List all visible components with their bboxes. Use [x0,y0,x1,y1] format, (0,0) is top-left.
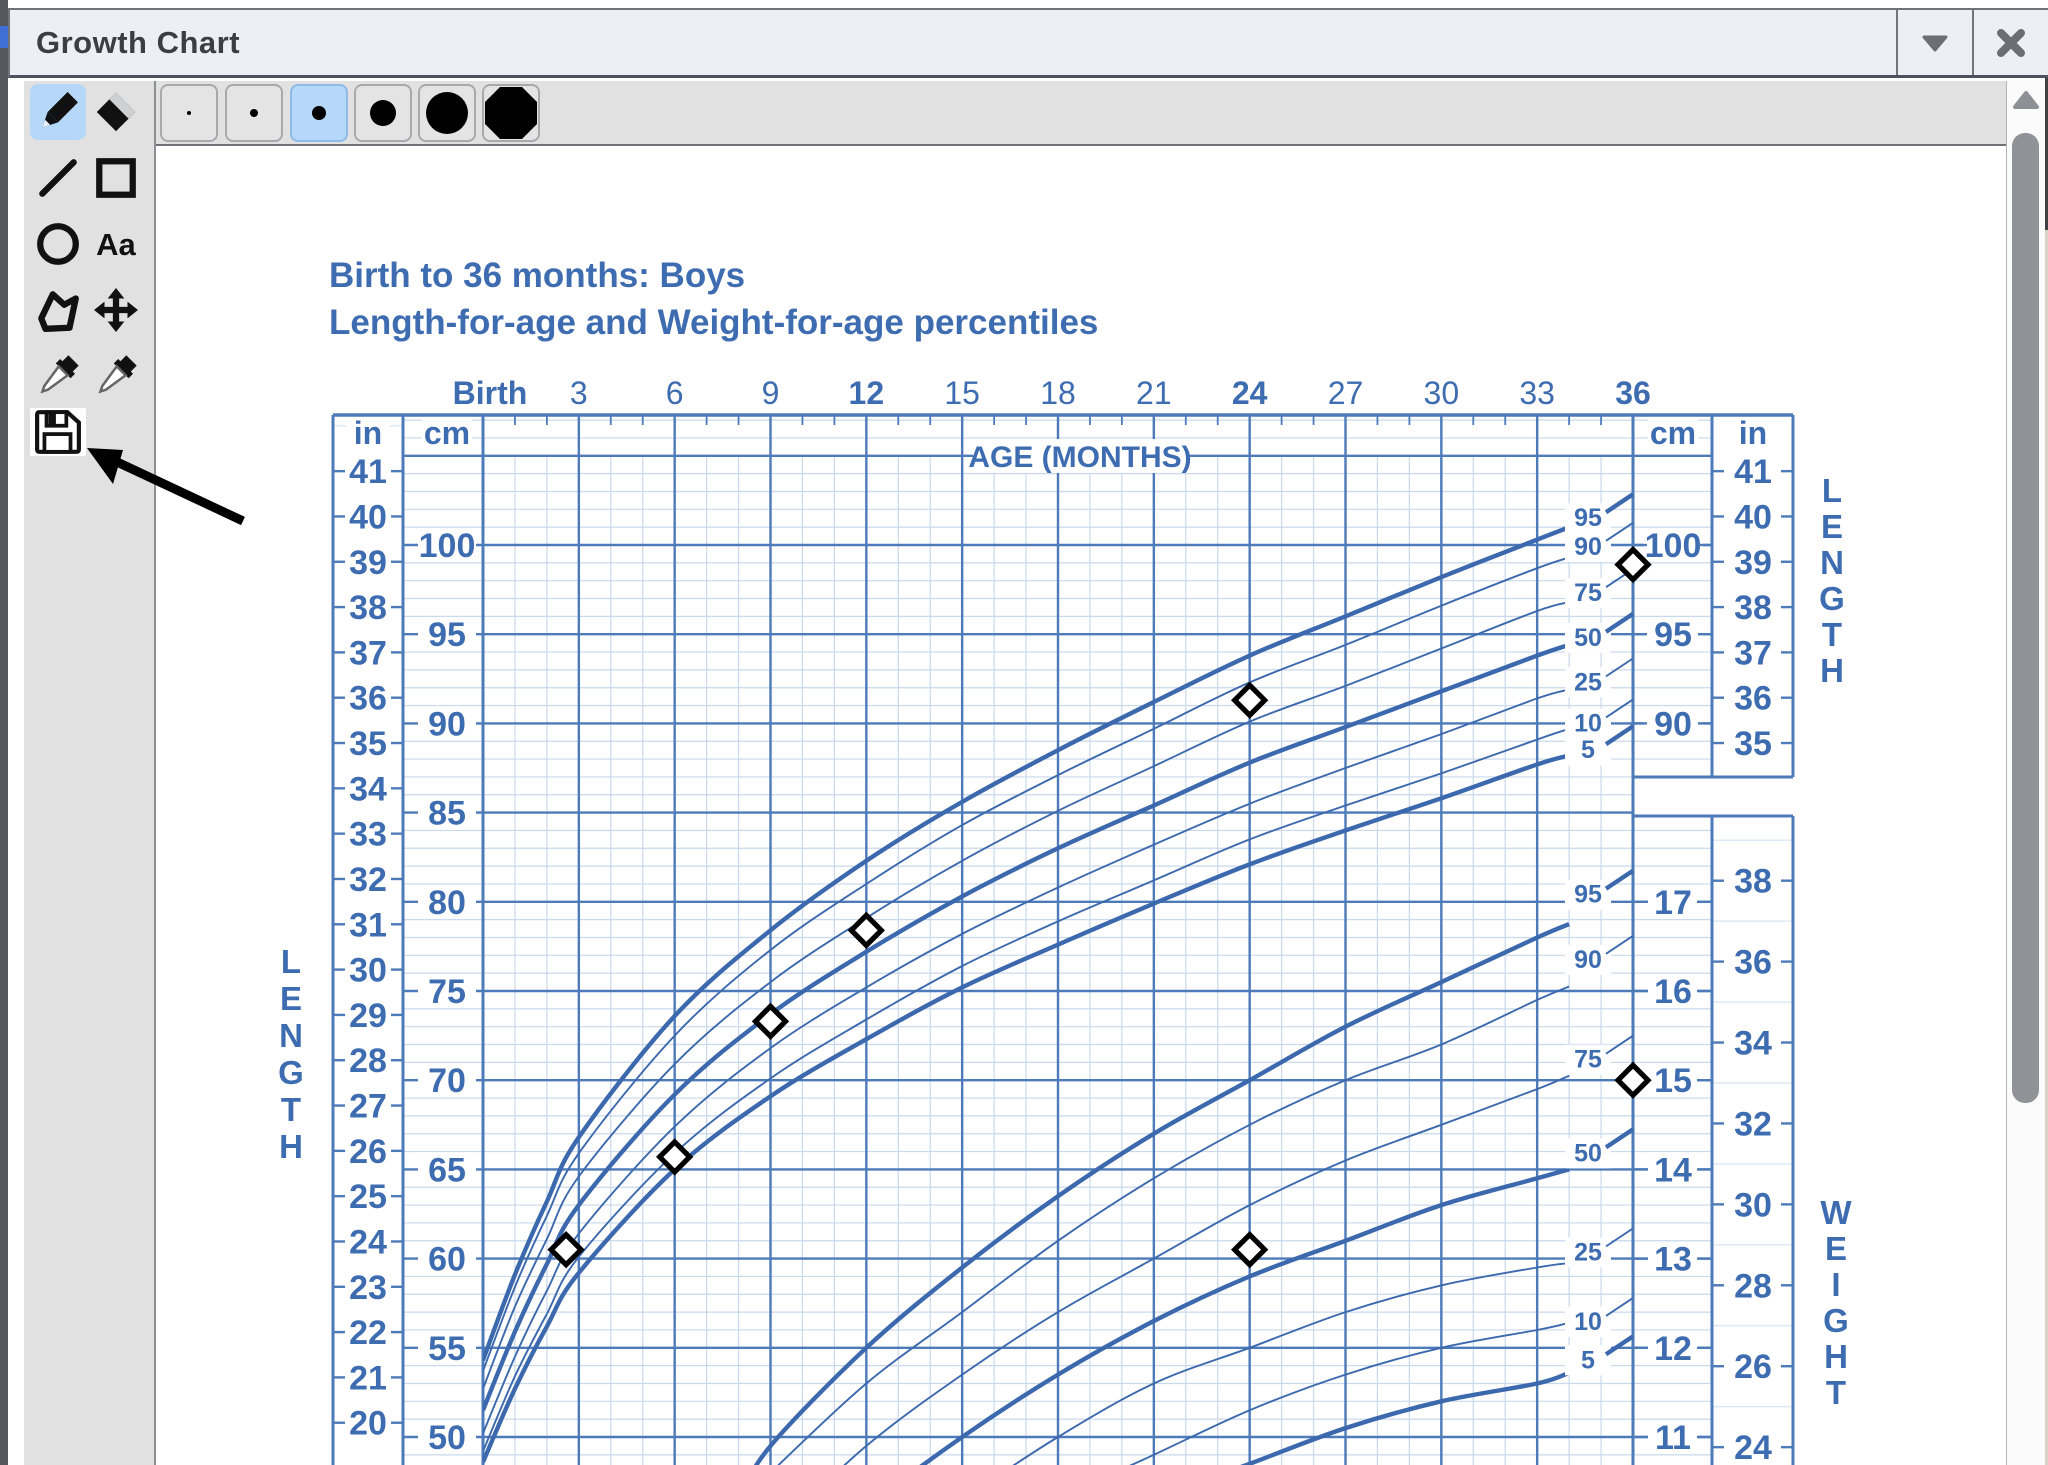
move-icon [93,287,139,333]
triangle-up-icon [2012,90,2040,110]
brush-size-4-button[interactable] [354,84,412,142]
brush-size-1-button[interactable] [160,84,218,142]
polygon-tool-button[interactable] [30,282,86,338]
scroll-up-button[interactable] [2010,85,2042,115]
window-collapse-button[interactable] [1896,10,1972,75]
scrollbar-thumb[interactable] [2012,133,2039,1103]
pencil-tool-button[interactable] [30,84,86,140]
dot-size-5-icon [426,92,468,134]
window-titlebar[interactable]: Growth Chart [8,8,2048,78]
ellipse-icon [35,221,81,267]
text-tool-icon: Aa [96,229,136,260]
line-tool-button[interactable] [30,150,86,206]
eraser-icon [93,89,139,135]
tool-palette: Aa [24,81,156,1465]
eyedropper-icon [93,353,139,399]
brush-size-6-button[interactable] [482,84,540,142]
polygon-icon [35,287,81,333]
chevron-down-icon [1918,30,1952,56]
vertical-scrollbar[interactable] [2006,81,2045,1465]
eyedropper-icon [35,353,81,399]
pencil-icon [35,89,81,135]
dot-size-6-icon [484,86,538,140]
move-tool-button[interactable] [88,282,144,338]
eraser-tool-button[interactable] [88,84,144,140]
brush-size-2-button[interactable] [225,84,283,142]
background-window-left-sliver [0,0,8,1465]
color-picker-tool-button[interactable] [30,348,86,404]
drawing-canvas[interactable] [156,146,2008,1465]
text-tool-button[interactable]: Aa [88,216,144,272]
rectangle-icon [93,155,139,201]
save-button[interactable] [30,408,86,456]
brush-size-3-button[interactable] [290,84,348,142]
close-icon [1995,27,2027,59]
brush-size-toolbar [24,81,2008,146]
save-icon [34,409,82,455]
app-root: { "window": { "title": "Growth Chart" },… [0,0,2048,1465]
line-icon [35,155,81,201]
dot-size-3-icon [312,106,326,120]
window-close-button[interactable] [1972,10,2048,75]
dot-size-4-icon [370,100,396,126]
color-picker-alt-tool-button[interactable] [88,348,144,404]
window-title: Growth Chart [10,25,240,61]
ellipse-tool-button[interactable] [30,216,86,272]
background-window-accent [0,26,8,48]
dot-size-2-icon [250,109,258,117]
brush-size-5-button[interactable] [418,84,476,142]
rectangle-tool-button[interactable] [88,150,144,206]
dot-size-1-icon [187,111,191,115]
